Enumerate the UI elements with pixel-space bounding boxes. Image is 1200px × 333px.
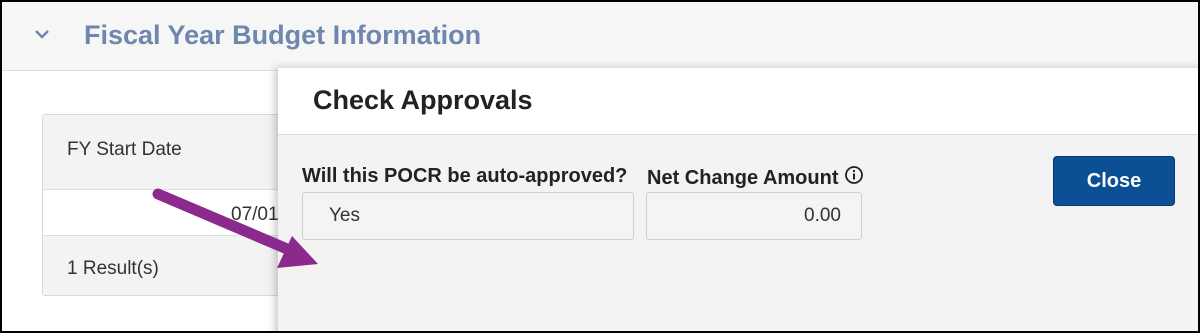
close-button[interactable]: Close [1053,156,1175,206]
net-change-label: Net Change Amount [647,166,839,189]
screenshot-frame: Fiscal Year Budget Information FY Start … [0,0,1200,333]
check-approvals-modal: Check Approvals Close Will this POCR be … [278,68,1198,331]
net-change-label-group: Net Change Amount [647,165,864,191]
modal-title: Check Approvals [313,85,533,115]
net-change-amount-field: 0.00 [646,192,862,240]
info-icon[interactable] [844,165,864,191]
modal-header: Check Approvals [278,68,1198,135]
section-title: Fiscal Year Budget Information [84,20,482,50]
auto-approved-field: Yes [302,192,634,240]
auto-approved-label: Will this POCR be auto-approved? [302,165,628,187]
chevron-down-icon[interactable] [32,24,52,44]
result-count: 1 Result(s) [67,258,159,279]
column-header-fy-start-date[interactable]: FY Start Date [67,139,182,161]
section-header[interactable]: Fiscal Year Budget Information [2,2,1198,71]
